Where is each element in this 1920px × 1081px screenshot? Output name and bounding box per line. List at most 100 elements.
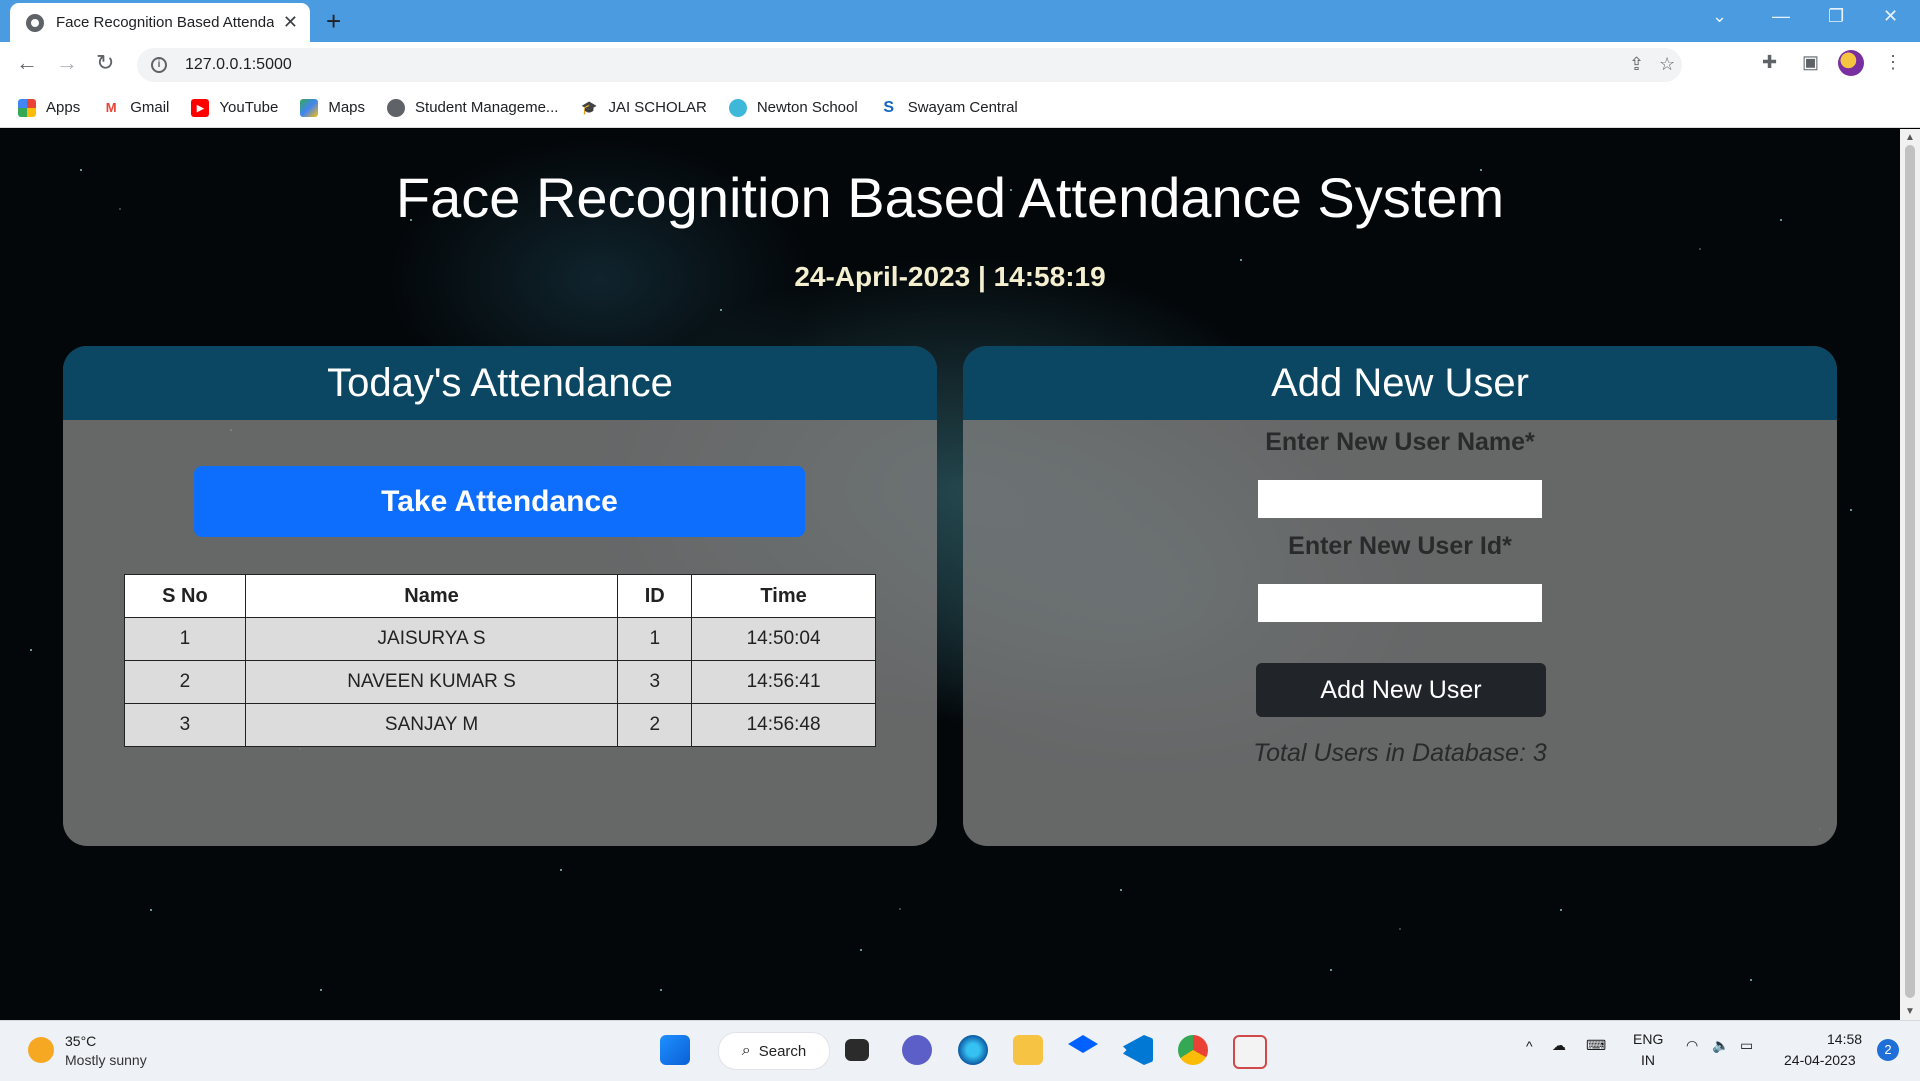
battery-icon[interactable]: ▭ (1740, 1037, 1753, 1054)
cell-time: 14:56:41 (691, 660, 876, 704)
browser-toolbar: ← → ↻ i 127.0.0.1:5000 ⇪ ☆ ✚ ▣ ⋮ (0, 42, 1920, 88)
task-view-icon[interactable] (845, 1039, 869, 1061)
address-bar[interactable]: i 127.0.0.1:5000 ⇪ ☆ (137, 48, 1682, 82)
chat-icon[interactable] (902, 1035, 932, 1065)
chevron-up-icon[interactable]: ^ (1526, 1038, 1533, 1054)
attendance-table: S No Name ID Time 1 JAISURYA S 1 14:50:0… (124, 574, 876, 747)
dropbox-icon[interactable] (1068, 1035, 1098, 1053)
onedrive-icon[interactable]: ☁ (1552, 1037, 1566, 1054)
bookmark-star-icon[interactable]: ☆ (1659, 54, 1675, 75)
bookmark-gmail[interactable]: M Gmail (102, 99, 170, 117)
close-window-icon[interactable]: ✕ (1883, 6, 1898, 27)
table-row: 1 JAISURYA S 1 14:50:04 (124, 617, 876, 661)
bookmark-label: Apps (46, 99, 81, 116)
bookmark-label: Newton School (756, 99, 858, 116)
scroll-up-icon[interactable]: ▲ (1905, 132, 1915, 143)
cell-name: JAISURYA S (244, 617, 619, 661)
language-region[interactable]: IN (1641, 1052, 1655, 1068)
bookmark-maps[interactable]: Maps (300, 98, 366, 117)
windows-taskbar: 35°C Mostly sunny ⌕ Search ^ ☁ ⌨ ENG IN … (0, 1020, 1920, 1081)
user-id-input[interactable] (1258, 584, 1542, 622)
bookmark-student-management[interactable]: Student Manageme... (387, 98, 558, 117)
swayam-icon: S (883, 98, 895, 116)
table-header-row: S No Name ID Time (124, 574, 876, 618)
attendance-heading: Today's Attendance (63, 346, 937, 420)
edge-icon[interactable] (958, 1035, 988, 1065)
user-name-input[interactable] (1258, 480, 1542, 518)
current-datetime: 24-April-2023 | 14:58:19 (794, 261, 1106, 292)
table-row: 3 SANJAY M 2 14:56:48 (124, 703, 876, 747)
total-users-text: Total Users in Database: 3 (1253, 739, 1547, 767)
sun-cloud-icon[interactable] (28, 1037, 54, 1063)
restore-icon[interactable]: ❐ (1828, 6, 1844, 27)
scrollbar-thumb[interactable] (1905, 145, 1915, 998)
clock-time[interactable]: 14:58 (1827, 1031, 1862, 1047)
browser-tab[interactable]: Face Recognition Based Attendance ✕ (10, 3, 310, 42)
column-header-id: ID (617, 574, 693, 618)
bookmark-apps[interactable]: Apps (18, 98, 81, 117)
scroll-down-icon[interactable]: ▼ (1905, 1006, 1915, 1017)
globe-icon (26, 13, 44, 32)
language-code[interactable]: ENG (1633, 1031, 1663, 1047)
volume-icon[interactable]: 🔈 (1712, 1037, 1729, 1054)
bookmark-label: Maps (328, 99, 366, 116)
snipping-tool-icon[interactable] (1233, 1035, 1267, 1069)
bookmark-label: Swayam Central (907, 99, 1018, 116)
add-new-user-button[interactable]: Add New User (1256, 663, 1546, 717)
table-row: 2 NAVEEN KUMAR S 3 14:56:41 (124, 660, 876, 704)
wifi-icon[interactable]: ◠ (1686, 1037, 1698, 1054)
cell-id: 3 (617, 660, 693, 704)
page-viewport: Face Recognition Based Attendance System… (0, 129, 1900, 1020)
tab-search-icon[interactable]: ⌄ (1712, 6, 1727, 27)
windows-start-icon[interactable] (660, 1035, 690, 1065)
newton-icon (728, 98, 747, 117)
page-scrollbar[interactable]: ▲ ▼ (1900, 129, 1920, 1020)
column-header-time: Time (691, 574, 876, 618)
bookmarks-bar: Apps M Gmail ▶ YouTube Maps Student Mana… (0, 88, 1920, 128)
take-attendance-button[interactable]: Take Attendance (194, 466, 805, 537)
side-panel-icon[interactable]: ▣ (1802, 52, 1819, 73)
notification-badge[interactable]: 2 (1877, 1039, 1899, 1061)
reload-icon[interactable]: ↻ (96, 50, 114, 76)
bookmark-jai-scholar[interactable]: 🎓 JAI SCHOLAR (580, 99, 706, 117)
add-user-panel: Add New User Enter New User Name* Enter … (963, 346, 1837, 846)
keyboard-icon[interactable]: ⌨ (1586, 1037, 1606, 1054)
bookmark-swayam-central[interactable]: S Swayam Central (880, 98, 1018, 117)
menu-kebab-icon[interactable]: ⋮ (1884, 52, 1902, 73)
share-icon[interactable]: ⇪ (1629, 54, 1644, 75)
attendance-panel: Today's Attendance Take Attendance S No … (63, 346, 937, 846)
cell-name: NAVEEN KUMAR S (244, 660, 619, 704)
gmail-icon: M (105, 99, 117, 115)
forward-icon[interactable]: → (56, 50, 78, 76)
file-explorer-icon[interactable] (1013, 1035, 1043, 1065)
back-icon[interactable]: ← (16, 50, 38, 76)
cell-sno: 2 (124, 660, 246, 704)
url-text: 127.0.0.1:5000 (185, 56, 292, 73)
globe-icon (387, 98, 406, 117)
chrome-icon[interactable] (1178, 1035, 1208, 1065)
search-label: Search (758, 1042, 807, 1060)
tab-title: Face Recognition Based Attendance (56, 14, 274, 31)
extensions-icon[interactable]: ✚ (1762, 52, 1777, 73)
minimize-icon[interactable]: — (1772, 6, 1790, 27)
cell-name: SANJAY M (244, 703, 619, 747)
cell-time: 14:50:04 (691, 617, 876, 661)
taskbar-search[interactable]: ⌕ Search (718, 1032, 830, 1070)
weather-description: Mostly sunny (65, 1052, 147, 1068)
weather-temperature: 35°C (65, 1033, 97, 1049)
maps-icon (300, 98, 319, 117)
bookmark-label: Gmail (130, 99, 170, 116)
page-title: Face Recognition Based Attendance System (395, 166, 1505, 229)
bookmark-newton-school[interactable]: Newton School (728, 98, 858, 117)
vscode-icon[interactable] (1123, 1035, 1153, 1065)
apps-grid-icon (18, 98, 36, 117)
new-tab-icon[interactable]: + (326, 6, 341, 37)
profile-avatar[interactable] (1838, 50, 1864, 76)
site-info-icon[interactable]: i (151, 57, 167, 73)
cell-id: 2 (617, 703, 693, 747)
clock-date[interactable]: 24-04-2023 (1784, 1052, 1856, 1068)
youtube-icon: ▶ (191, 98, 210, 117)
add-user-heading: Add New User (963, 346, 1837, 420)
close-tab-icon[interactable]: ✕ (283, 12, 298, 33)
bookmark-youtube[interactable]: ▶ YouTube (191, 98, 278, 117)
